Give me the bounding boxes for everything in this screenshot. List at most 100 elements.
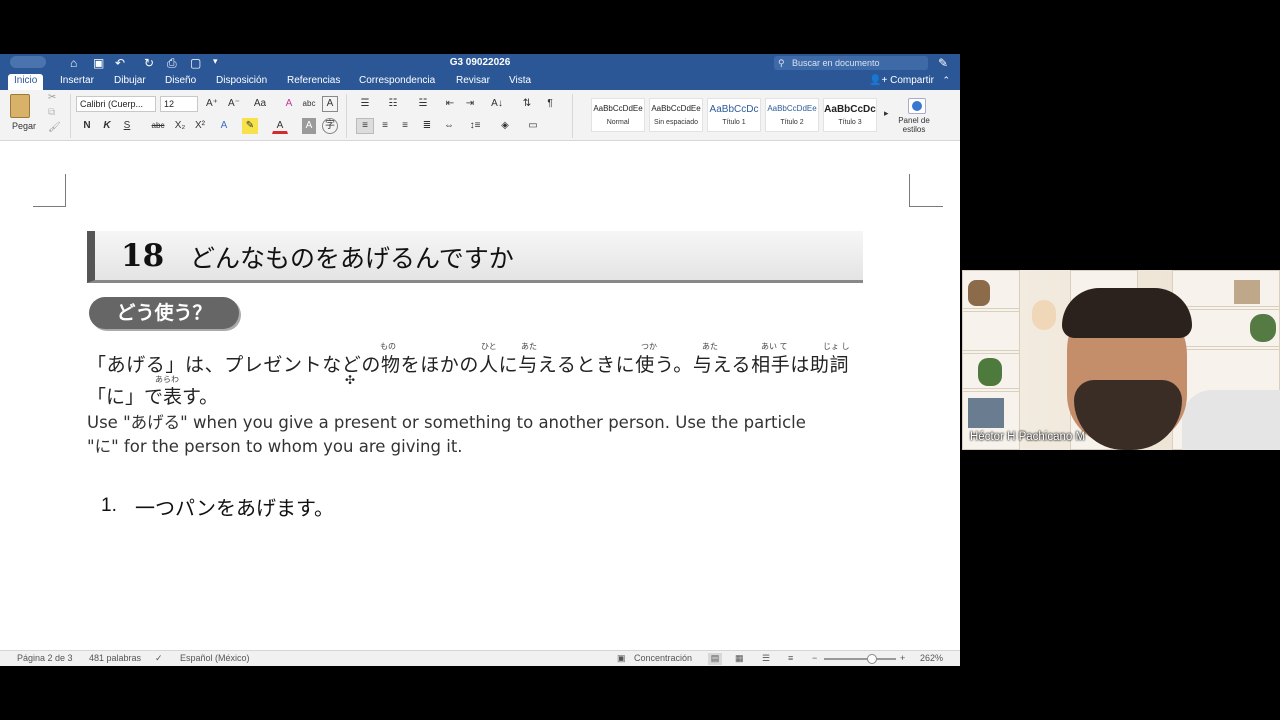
- search-input[interactable]: ⚲ Buscar en documento: [774, 56, 928, 70]
- print-layout-icon[interactable]: ▤: [708, 653, 722, 665]
- tab-insertar[interactable]: Insertar: [60, 75, 94, 86]
- account-icon[interactable]: ✎: [938, 56, 948, 70]
- share-label: Compartir: [890, 75, 934, 86]
- zoom-in-icon[interactable]: +: [900, 653, 905, 663]
- style-titulo-1[interactable]: AaBbCcDc Título 1: [707, 98, 761, 132]
- copy-icon[interactable]: ⧉: [48, 107, 55, 118]
- styles-pane-icon[interactable]: [908, 98, 926, 114]
- phonetic-guide-icon[interactable]: abc: [300, 96, 318, 112]
- enclose-characters-icon[interactable]: 字: [322, 118, 338, 134]
- proofing-icon[interactable]: ✓: [155, 653, 163, 664]
- underline-button[interactable]: S: [120, 118, 134, 134]
- text-effects-icon[interactable]: A: [216, 118, 232, 134]
- multilevel-list-icon[interactable]: ☱: [412, 96, 434, 112]
- style-sin-espaciado[interactable]: AaBbCcDdEe Sin espaciado: [649, 98, 703, 132]
- tab-revisar[interactable]: Revisar: [456, 75, 490, 86]
- participant-video-tile[interactable]: Héctor H Pachicano M: [962, 270, 1280, 450]
- decor: [1234, 280, 1260, 304]
- lesson-number: 18: [121, 238, 165, 274]
- styles-pane-button[interactable]: Panel de estilos: [896, 116, 932, 134]
- align-right-button[interactable]: ≡: [396, 118, 414, 134]
- bold-button[interactable]: N: [80, 118, 94, 134]
- zoom-slider[interactable]: [824, 654, 896, 664]
- font-size-select[interactable]: 12: [160, 96, 198, 112]
- style-titulo-2[interactable]: AaBbCcDdEe Título 2: [765, 98, 819, 132]
- plant: [1250, 314, 1276, 342]
- increase-indent-icon[interactable]: ⇥: [462, 96, 478, 112]
- clear-format-icon[interactable]: A: [280, 96, 298, 112]
- show-marks-icon[interactable]: ¶: [542, 96, 558, 112]
- section-label: どう使う？: [89, 297, 239, 329]
- format-painter-icon[interactable]: 🖌: [48, 122, 61, 133]
- text-direction-icon[interactable]: A↓: [486, 96, 508, 112]
- strikethrough-button[interactable]: abc: [148, 118, 168, 134]
- numbering-icon[interactable]: ☷: [382, 96, 404, 112]
- document-page[interactable]: 18 どんなものをあげるんですか どう使う？ もの ひと あた つか あた あい…: [0, 142, 960, 649]
- distributed-button[interactable]: ⇔: [440, 118, 458, 134]
- align-left-button[interactable]: ≡: [356, 118, 374, 134]
- style-titulo-3[interactable]: AaBbCcDc Título 3: [823, 98, 877, 132]
- italic-button[interactable]: K: [100, 118, 114, 134]
- grow-font-icon[interactable]: A⁺: [202, 96, 222, 112]
- superscript-button[interactable]: X²: [192, 118, 208, 134]
- borders-icon[interactable]: ▭: [522, 118, 544, 134]
- sort-icon[interactable]: ⇅: [518, 96, 536, 112]
- shrink-font-icon[interactable]: A⁻: [224, 96, 244, 112]
- participant-shirt: [1182, 390, 1280, 450]
- tab-dibujar[interactable]: Dibujar: [114, 75, 146, 86]
- tab-disposicion[interactable]: Disposición: [216, 75, 267, 86]
- bullets-icon[interactable]: ☰: [354, 96, 376, 112]
- tab-vista[interactable]: Vista: [509, 75, 531, 86]
- font-color-icon[interactable]: A: [272, 118, 288, 134]
- tab-inicio[interactable]: Inicio: [8, 74, 44, 90]
- subscript-button[interactable]: X₂: [172, 118, 188, 134]
- tab-correspondencia[interactable]: Correspondencia: [359, 75, 435, 86]
- ribbon-tabs: Inicio Insertar Dibujar Diseño Disposici…: [0, 72, 960, 90]
- japanese-explanation-line: 「あげる」は、プレゼントなどの物をほかの人に与えるときに使う。与える相手は助詞: [87, 354, 850, 376]
- change-case-icon[interactable]: Aa: [248, 96, 272, 112]
- focus-mode[interactable]: Concentración: [634, 653, 692, 663]
- screen: ⌂ ▣ ↶ ↻ ⎙ ▢ ▾ G3 09022026 ⚲ Buscar en do…: [0, 0, 1280, 720]
- styles-pane-label: Panel de: [898, 116, 930, 125]
- paste-label[interactable]: Pegar: [12, 121, 36, 131]
- tab-referencias[interactable]: Referencias: [287, 75, 340, 86]
- decor: [968, 280, 990, 306]
- align-center-button[interactable]: ≡: [376, 118, 394, 134]
- shelf-board: [962, 388, 1020, 392]
- title-bar: ⌂ ▣ ↶ ↻ ⎙ ▢ ▾ G3 09022026 ⚲ Buscar en do…: [0, 54, 960, 72]
- zoom-level[interactable]: 262%: [920, 653, 943, 663]
- cut-icon[interactable]: ✂: [48, 92, 56, 103]
- plant: [978, 358, 1002, 386]
- zoom-out-icon[interactable]: −: [812, 653, 817, 663]
- character-border-icon[interactable]: A: [322, 96, 338, 112]
- highlight-icon[interactable]: ✎: [242, 118, 258, 134]
- styles-more-icon[interactable]: ▸: [884, 108, 889, 119]
- focus-icon[interactable]: ▣: [617, 653, 626, 664]
- ribbon-divider: [70, 94, 71, 138]
- search-placeholder: Buscar en documento: [792, 58, 880, 68]
- character-shading-icon[interactable]: A: [302, 118, 316, 134]
- page-count[interactable]: Página 2 de 3: [17, 653, 73, 663]
- word-count[interactable]: 481 palabras: [89, 653, 141, 663]
- web-layout-icon[interactable]: ▦: [735, 653, 744, 664]
- outline-icon[interactable]: ☰: [762, 653, 770, 664]
- zoom-slider-thumb[interactable]: [866, 654, 877, 664]
- style-normal[interactable]: AaBbCcDdEe Normal: [591, 98, 645, 132]
- decrease-indent-icon[interactable]: ⇤: [442, 96, 458, 112]
- draft-icon[interactable]: ≡: [788, 653, 793, 663]
- language[interactable]: Español (México): [180, 653, 250, 663]
- list-item-text[interactable]: 一つパンをあげます。: [135, 492, 334, 521]
- font-name-select[interactable]: Calibri (Cuerp...: [76, 96, 156, 112]
- shading-icon[interactable]: ◈: [494, 118, 516, 134]
- line-spacing-icon[interactable]: ↕≡: [464, 118, 486, 134]
- shelf-board: [962, 350, 1020, 354]
- paste-icon[interactable]: [10, 94, 30, 118]
- tab-diseno[interactable]: Diseño: [165, 75, 196, 86]
- justify-button[interactable]: ≣: [418, 118, 436, 134]
- participant-hair: [1062, 288, 1192, 338]
- collapse-ribbon-icon[interactable]: ⌃: [942, 75, 950, 86]
- share-button[interactable]: 👤+ Compartir: [869, 75, 934, 86]
- style-name: Título 2: [780, 119, 804, 126]
- word-window: ⌂ ▣ ↶ ↻ ⎙ ▢ ▾ G3 09022026 ⚲ Buscar en do…: [0, 54, 960, 666]
- style-sample: AaBbCcDdEe: [593, 104, 643, 113]
